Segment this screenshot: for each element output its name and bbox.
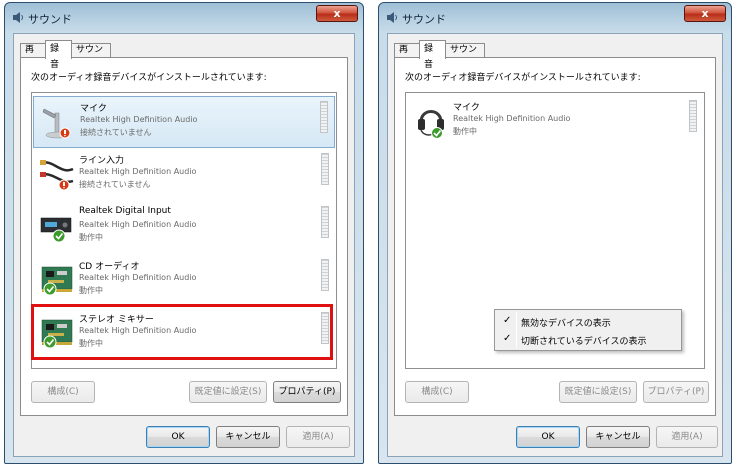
- device-list[interactable]: マイク Realtek High Definition Audio 動作中 ✓ …: [405, 92, 705, 369]
- digital-input-device-icon: [40, 217, 72, 243]
- device-status: 動作中: [79, 233, 103, 242]
- properties-button[interactable]: プロパティ(P): [273, 381, 341, 403]
- tab-recording[interactable]: 録音: [419, 40, 446, 70]
- dialog-client-area: 再生 録音 サウンド 次のオーディオ録音デバイスがインストールされています: マ…: [13, 33, 355, 457]
- device-status: 動作中: [79, 286, 103, 295]
- cancel-button[interactable]: キャンセル: [216, 426, 280, 448]
- ok-button[interactable]: OK: [516, 426, 580, 448]
- instruction-text: 次のオーディオ録音デバイスがインストールされています:: [31, 73, 267, 83]
- close-button[interactable]: x: [684, 5, 726, 22]
- ok-button[interactable]: OK: [146, 426, 210, 448]
- tab-sounds[interactable]: サウンド: [445, 43, 485, 68]
- sound-dialog-right: サウンド x 再生 録音 サウンド 次のオーディオ録音デバイスがインストールされ…: [378, 2, 732, 464]
- apply-button[interactable]: 適用(A): [656, 426, 718, 448]
- level-meter: [689, 100, 697, 132]
- device-driver: Realtek High Definition Audio: [79, 167, 197, 176]
- level-meter: [320, 101, 328, 133]
- device-item-microphone[interactable]: マイク Realtek High Definition Audio 動作中: [407, 96, 703, 148]
- device-status: 接続されていません: [80, 128, 152, 137]
- window-title: サウンド: [402, 13, 446, 26]
- tab-playback[interactable]: 再生: [394, 43, 420, 68]
- device-name: マイク: [80, 104, 107, 114]
- configure-button[interactable]: 構成(C): [405, 381, 469, 403]
- dialog-client-area: 再生 録音 サウンド 次のオーディオ録音デバイスがインストールされています: マ…: [387, 33, 723, 457]
- tab-recording[interactable]: 録音: [45, 40, 72, 70]
- device-driver: Realtek High Definition Audio: [453, 114, 571, 123]
- title-bar[interactable]: サウンド x: [379, 3, 731, 33]
- set-default-button[interactable]: 既定値に設定(S): [189, 381, 267, 403]
- device-driver: Realtek High Definition Audio: [79, 273, 197, 282]
- device-status: 動作中: [453, 127, 477, 136]
- line-in-cable-icon: [39, 158, 75, 191]
- properties-button[interactable]: プロパティ(P): [643, 381, 709, 403]
- device-item-microphone[interactable]: マイク Realtek High Definition Audio 接続されてい…: [33, 96, 335, 148]
- tab-playback[interactable]: 再生: [20, 43, 46, 68]
- highlight-box: [31, 304, 333, 360]
- device-item-digital-input[interactable]: Realtek Digital Input Realtek High Defin…: [33, 202, 335, 254]
- microphone-icon: [42, 108, 71, 139]
- device-status: 接続されていません: [79, 180, 151, 189]
- device-name: CD オーディオ: [79, 262, 140, 272]
- menu-item-label: 切断されているデバイスの表示: [521, 337, 647, 347]
- title-bar[interactable]: サウンド x: [5, 3, 363, 33]
- sound-card-icon: [41, 266, 73, 296]
- apply-button[interactable]: 適用(A): [286, 426, 350, 448]
- device-name: マイク: [453, 103, 480, 113]
- device-driver: Realtek High Definition Audio: [80, 115, 198, 124]
- configure-button[interactable]: 構成(C): [31, 381, 95, 403]
- menu-item-label: 無効なデバイスの表示: [521, 319, 611, 329]
- recording-panel: 次のオーディオ録音デバイスがインストールされています: マイク Realtek …: [394, 57, 716, 416]
- device-name: ライン入力: [79, 156, 125, 166]
- set-default-button[interactable]: 既定値に設定(S): [559, 381, 637, 403]
- level-meter: [321, 206, 329, 238]
- level-meter: [321, 259, 329, 291]
- cancel-button[interactable]: キャンセル: [586, 426, 650, 448]
- speaker-icon: [13, 12, 23, 23]
- device-list[interactable]: マイク Realtek High Definition Audio 接続されてい…: [31, 92, 337, 369]
- device-item-line-in[interactable]: ライン入力 Realtek High Definition Audio 接続され…: [33, 149, 335, 201]
- context-menu: ✓ 無効なデバイスの表示 ✓ 切断されているデバイスの表示: [494, 309, 682, 351]
- tab-sounds[interactable]: サウンド: [71, 43, 111, 68]
- device-item-cd-audio[interactable]: CD オーディオ Realtek High Definition Audio 動…: [33, 255, 335, 307]
- menu-item-show-disconnected-devices[interactable]: ✓ 切断されているデバイスの表示: [497, 331, 679, 349]
- device-driver: Realtek High Definition Audio: [79, 220, 197, 229]
- check-icon: ✓: [503, 315, 512, 326]
- instruction-text: 次のオーディオ録音デバイスがインストールされています:: [405, 73, 641, 83]
- level-meter: [321, 153, 329, 185]
- window-title: サウンド: [28, 13, 72, 26]
- headset-icon: [416, 110, 446, 138]
- sound-dialog-left: サウンド x 再生 録音 サウンド 次のオーディオ録音デバイスがインストールされ…: [4, 2, 364, 464]
- recording-panel: 次のオーディオ録音デバイスがインストールされています: マイク Realtek …: [20, 57, 348, 416]
- check-icon: ✓: [503, 333, 512, 344]
- close-button[interactable]: x: [316, 5, 358, 22]
- speaker-icon: [387, 12, 397, 23]
- menu-item-show-disabled-devices[interactable]: ✓ 無効なデバイスの表示: [497, 313, 679, 331]
- device-name: Realtek Digital Input: [79, 206, 171, 216]
